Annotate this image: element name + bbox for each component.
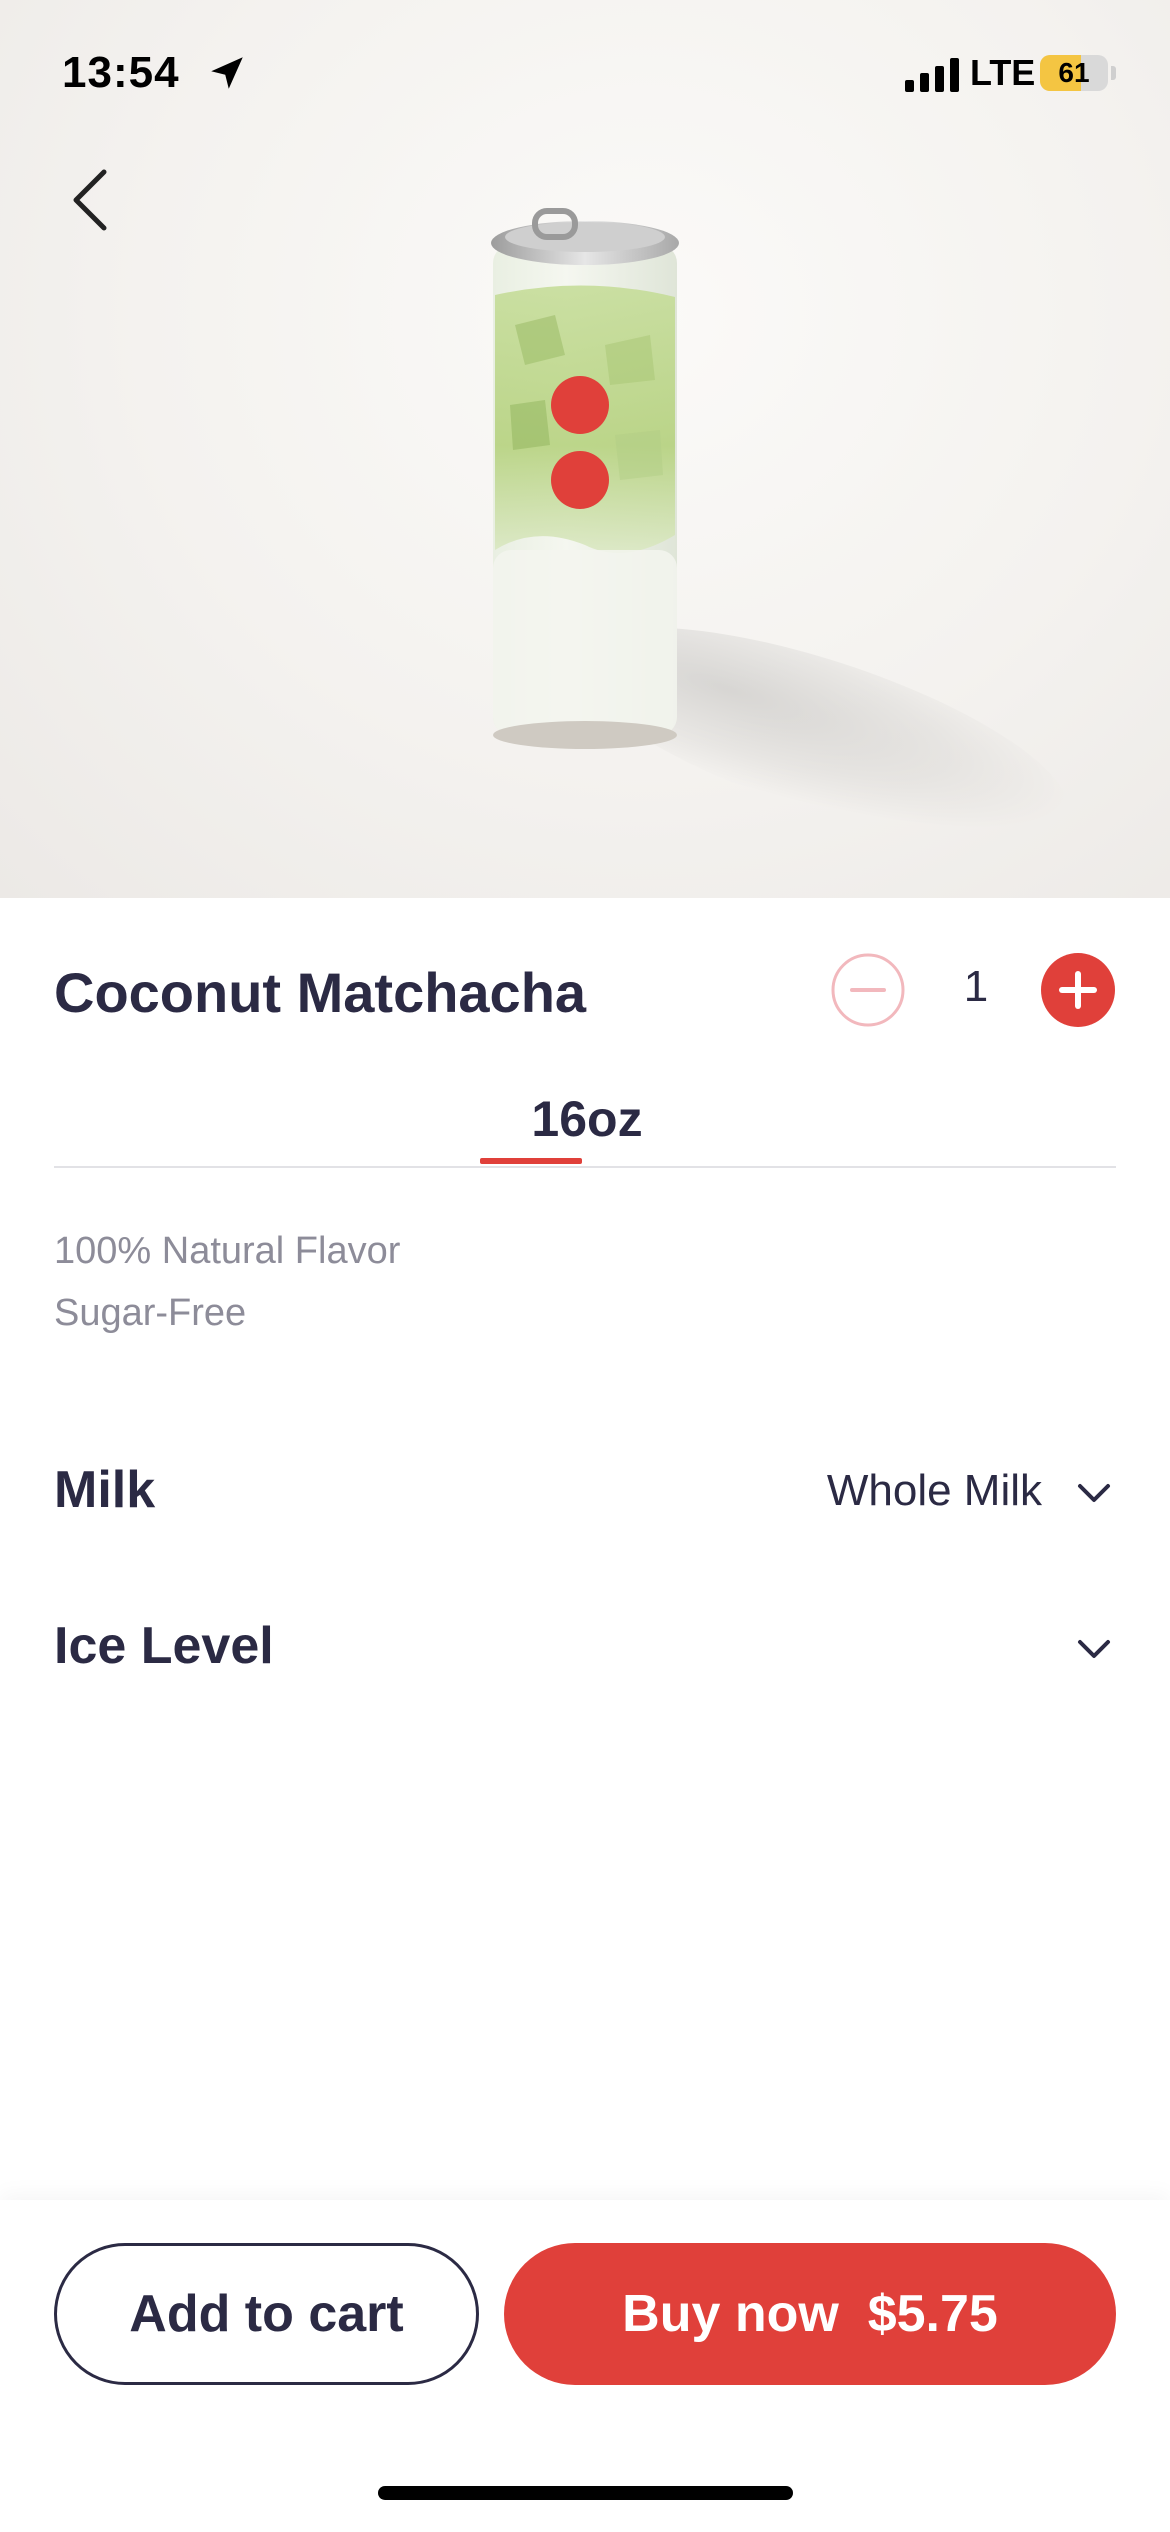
quantity-value: 1 — [963, 962, 989, 1011]
milk-option-value: Whole Milk — [826, 1466, 1042, 1515]
tab-active-indicator — [480, 1158, 582, 1164]
network-type: LTE — [970, 52, 1036, 93]
size-tabs: 16oz — [54, 1090, 1116, 1168]
buy-now-price: $5.75 — [867, 2285, 998, 2343]
product-title: Coconut Matchacha — [54, 961, 587, 1024]
ice-level-option-label: Ice Level — [54, 1617, 274, 1675]
product-description: 100% Natural Flavor Sugar-Free — [54, 1220, 400, 1344]
tab-16oz[interactable]: 16oz — [530, 1090, 644, 1168]
battery-tip — [1111, 66, 1116, 80]
buy-now-button[interactable]: Buy now $5.75 — [504, 2243, 1116, 2385]
description-line: 100% Natural Flavor — [54, 1230, 401, 1272]
chevron-down-icon — [1078, 1484, 1110, 1502]
minus-circle-icon[interactable] — [830, 952, 906, 1028]
back-chevron-icon[interactable] — [58, 160, 128, 240]
status-bar: 13:54 LTE 61 — [0, 0, 1170, 140]
buy-now-label: Buy now — [622, 2285, 839, 2343]
add-to-cart-button[interactable]: Add to cart — [54, 2243, 479, 2385]
home-indicator[interactable] — [378, 2486, 793, 2500]
battery-icon: 61 — [1040, 55, 1108, 91]
chevron-down-icon — [1078, 1640, 1110, 1658]
signal-icon — [905, 58, 959, 92]
location-arrow-icon — [211, 57, 243, 89]
plus-circle-icon[interactable] — [1040, 952, 1116, 1028]
ice-level-option-row[interactable]: Ice Level — [54, 1606, 1116, 1686]
milk-option-label: Milk — [54, 1461, 156, 1519]
milk-option-row[interactable]: Milk Whole Milk — [54, 1450, 1116, 1530]
matcha-can-illustration — [491, 208, 679, 749]
battery-level: 61 — [1058, 57, 1090, 88]
status-time: 13:54 — [62, 48, 180, 97]
description-line: Sugar-Free — [54, 1292, 247, 1334]
